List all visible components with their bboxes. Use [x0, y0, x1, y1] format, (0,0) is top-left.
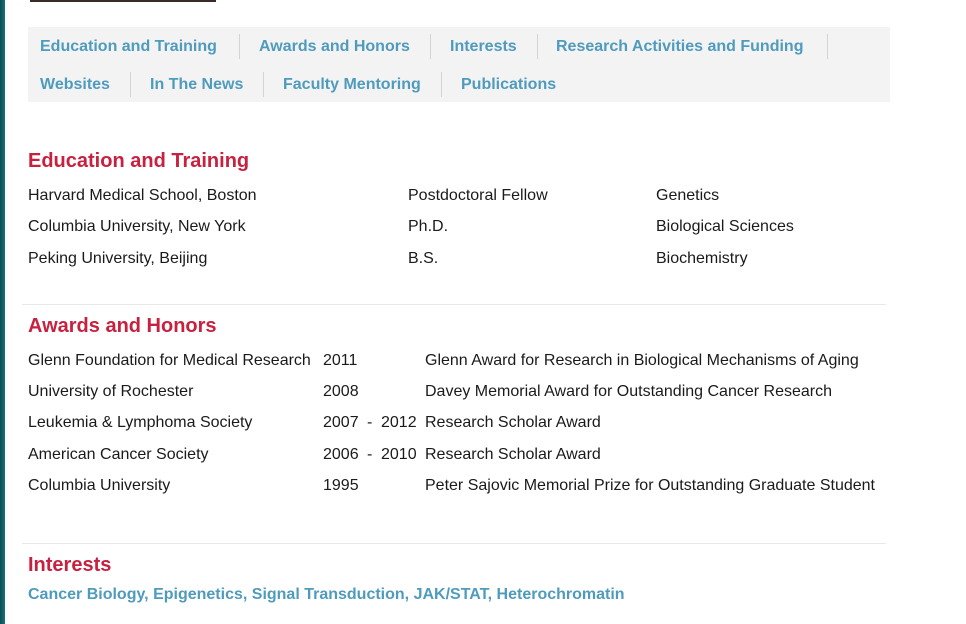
award-date-dash: - — [367, 446, 373, 463]
tab-separator — [441, 72, 442, 97]
tab-separator — [130, 72, 131, 97]
tab-publications[interactable]: Publications — [461, 75, 556, 95]
interest-link-heterochromatin[interactable]: Heterochromatin — [497, 586, 625, 603]
interests-heading: Interests — [28, 554, 112, 576]
interest-link-epigenetics[interactable]: Epigenetics — [153, 586, 243, 603]
award-organization: Glenn Foundation for Medical Research — [28, 352, 311, 369]
tab-separator — [239, 34, 240, 59]
header-image-edge — [30, 0, 216, 2]
award-start-year: 2006 — [323, 446, 359, 463]
interest-separator: , — [242, 586, 252, 603]
education-degree: B.S. — [408, 250, 439, 267]
tab-awards-and-honors[interactable]: Awards and Honors — [259, 37, 410, 57]
tab-separator — [263, 72, 264, 97]
award-end-year: 2010 — [381, 446, 417, 463]
awards-and-honors-heading: Awards and Honors — [28, 315, 217, 337]
education-institution: Peking University, Beijing — [28, 250, 208, 267]
award-title: Research Scholar Award — [425, 414, 601, 431]
section-tab-navigation: Education and Training Awards and Honors… — [28, 27, 890, 102]
award-organization: University of Rochester — [28, 383, 194, 400]
award-organization: Leukemia & Lymphoma Society — [28, 414, 253, 431]
education-field: Biological Sciences — [656, 218, 794, 235]
tab-in-the-news[interactable]: In The News — [150, 75, 243, 95]
tab-websites[interactable]: Websites — [40, 75, 110, 95]
education-degree: Postdoctoral Fellow — [408, 187, 548, 204]
interest-link-cancer-biology[interactable]: Cancer Biology — [28, 586, 144, 603]
interest-separator: , — [487, 586, 497, 603]
tab-separator — [827, 34, 828, 59]
section-divider — [22, 304, 886, 305]
section-divider — [22, 543, 886, 544]
award-title: Davey Memorial Award for Outstanding Can… — [425, 383, 832, 400]
award-start-year: 2011 — [323, 352, 358, 369]
education-institution: Columbia University, New York — [28, 218, 246, 235]
interest-link-jak-stat[interactable]: JAK/STAT — [414, 586, 488, 603]
education-degree: Ph.D. — [408, 218, 449, 235]
interest-link-signal-transduction[interactable]: Signal Transduction — [252, 586, 405, 603]
education-field: Biochemistry — [656, 250, 748, 267]
tab-separator — [537, 34, 538, 59]
award-start-year: 2007 — [323, 414, 359, 431]
tab-research-activities-and-funding[interactable]: Research Activities and Funding — [556, 37, 803, 57]
education-field: Genetics — [656, 187, 720, 204]
left-edge-stripe — [0, 0, 5, 624]
award-date-dash: - — [367, 414, 373, 431]
award-title: Research Scholar Award — [425, 446, 601, 463]
award-organization: Columbia University — [28, 477, 171, 494]
tab-interests[interactable]: Interests — [450, 37, 517, 57]
award-title: Glenn Award for Research in Biological M… — [425, 352, 859, 369]
interest-separator: , — [404, 586, 414, 603]
award-title: Peter Sajovic Memorial Prize for Outstan… — [425, 477, 875, 494]
award-organization: American Cancer Society — [28, 446, 209, 463]
award-end-year: 2012 — [381, 414, 417, 431]
interests-list: Cancer Biology, Epigenetics, Signal Tran… — [28, 585, 625, 605]
tab-separator — [430, 34, 431, 59]
award-start-year: 2008 — [323, 383, 359, 400]
education-institution: Harvard Medical School, Boston — [28, 187, 257, 204]
interest-separator: , — [144, 586, 154, 603]
tab-education-and-training[interactable]: Education and Training — [40, 37, 217, 57]
tab-faculty-mentoring[interactable]: Faculty Mentoring — [283, 75, 421, 95]
award-start-year: 1995 — [323, 477, 359, 494]
education-and-training-heading: Education and Training — [28, 150, 250, 172]
